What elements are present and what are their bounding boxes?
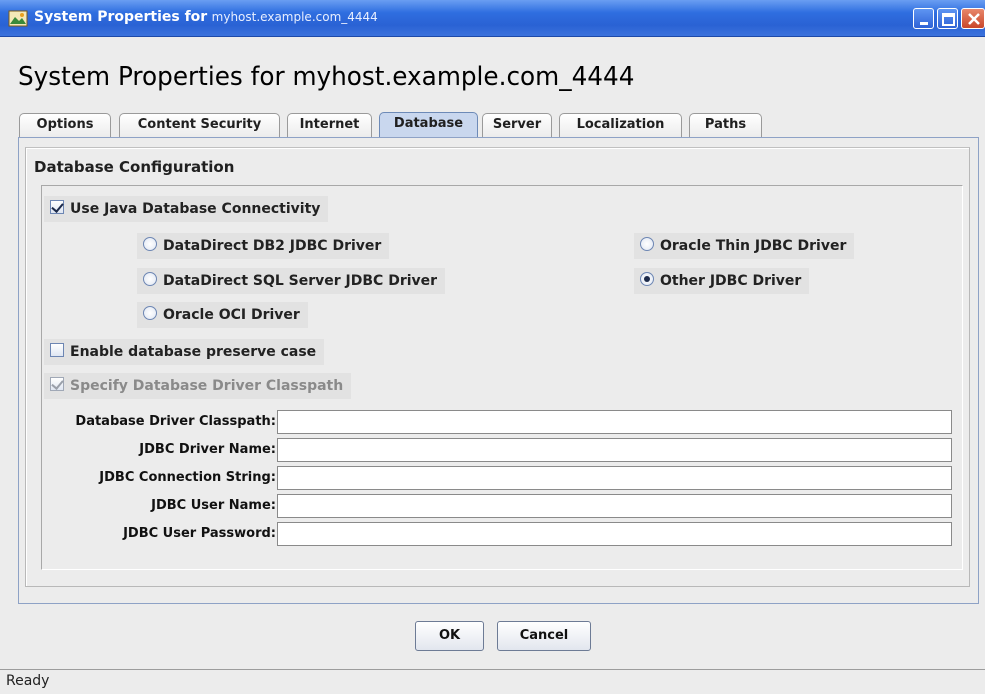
minimize-button[interactable] [913,8,934,29]
window-title-host: myhost.example.com_4444 [211,10,378,24]
radio-other-jdbc-label: Other JDBC Driver [660,273,802,289]
maximize-button[interactable] [937,8,958,29]
jdbc-driver-name-input[interactable] [277,438,952,462]
radio-selected-icon [640,272,654,286]
minimize-icon [920,22,928,25]
radio-oracle-thin[interactable]: Oracle Thin JDBC Driver [634,233,855,259]
radio-icon [143,272,157,286]
radio-other-jdbc[interactable]: Other JDBC Driver [634,268,810,294]
jdbc-connection-string-input[interactable] [277,466,952,490]
checkbox-checked-icon [50,200,64,214]
radio-datadirect-sqlserver[interactable]: DataDirect SQL Server JDBC Driver [137,268,446,294]
status-bar: Ready [0,669,985,694]
cancel-button[interactable]: Cancel [497,621,591,651]
use-jdbc-label: Use Java Database Connectivity [70,201,321,217]
window-title: System Properties for myhost.example.com… [34,9,378,25]
jdbc-user-password-input[interactable] [277,522,952,546]
radio-icon [143,237,157,251]
radio-icon [143,306,157,320]
jdbc-user-password-label: JDBC User Password: [123,526,276,541]
window-title-prefix: System Properties for [34,9,208,25]
tab-paths[interactable]: Paths [689,113,762,137]
tab-content-security[interactable]: Content Security [119,113,280,137]
radio-oracle-oci-label: Oracle OCI Driver [163,307,300,323]
radio-datadirect-sqlserver-label: DataDirect SQL Server JDBC Driver [163,273,438,289]
tab-database[interactable]: Database [379,112,478,138]
checkbox-checked-disabled-icon [50,377,64,391]
jdbc-user-name-input[interactable] [277,494,952,518]
radio-oracle-oci[interactable]: Oracle OCI Driver [137,302,308,328]
driver-classpath-label: Database Driver Classpath: [75,414,276,429]
preserve-case-checkbox[interactable]: Enable database preserve case [44,339,325,365]
ok-button[interactable]: OK [415,621,484,651]
jdbc-user-name-label: JDBC User Name: [151,498,276,513]
app-icon [8,10,28,27]
maximize-icon [942,13,955,26]
page-title: System Properties for myhost.example.com… [18,62,635,92]
radio-datadirect-db2[interactable]: DataDirect DB2 JDBC Driver [137,233,390,259]
tab-localization[interactable]: Localization [559,113,682,137]
jdbc-connection-string-label: JDBC Connection String: [99,470,276,485]
radio-oracle-thin-label: Oracle Thin JDBC Driver [660,238,847,254]
jdbc-driver-name-label: JDBC Driver Name: [139,442,276,457]
radio-datadirect-db2-label: DataDirect DB2 JDBC Driver [163,238,382,254]
status-text: Ready [6,673,50,689]
title-bar[interactable]: System Properties for myhost.example.com… [0,0,985,37]
radio-icon [640,237,654,251]
close-button[interactable] [961,8,985,29]
use-jdbc-checkbox[interactable]: Use Java Database Connectivity [44,196,329,222]
checkbox-unchecked-icon [50,343,64,357]
tab-options[interactable]: Options [19,113,111,137]
preserve-case-label: Enable database preserve case [70,344,317,360]
close-icon [968,13,980,25]
specify-classpath-label: Specify Database Driver Classpath [70,378,344,394]
tab-server[interactable]: Server [482,113,552,137]
specify-classpath-checkbox: Specify Database Driver Classpath [44,373,352,399]
driver-classpath-input[interactable] [277,410,952,434]
group-title: Database Configuration [34,158,235,176]
tab-internet[interactable]: Internet [287,113,372,137]
